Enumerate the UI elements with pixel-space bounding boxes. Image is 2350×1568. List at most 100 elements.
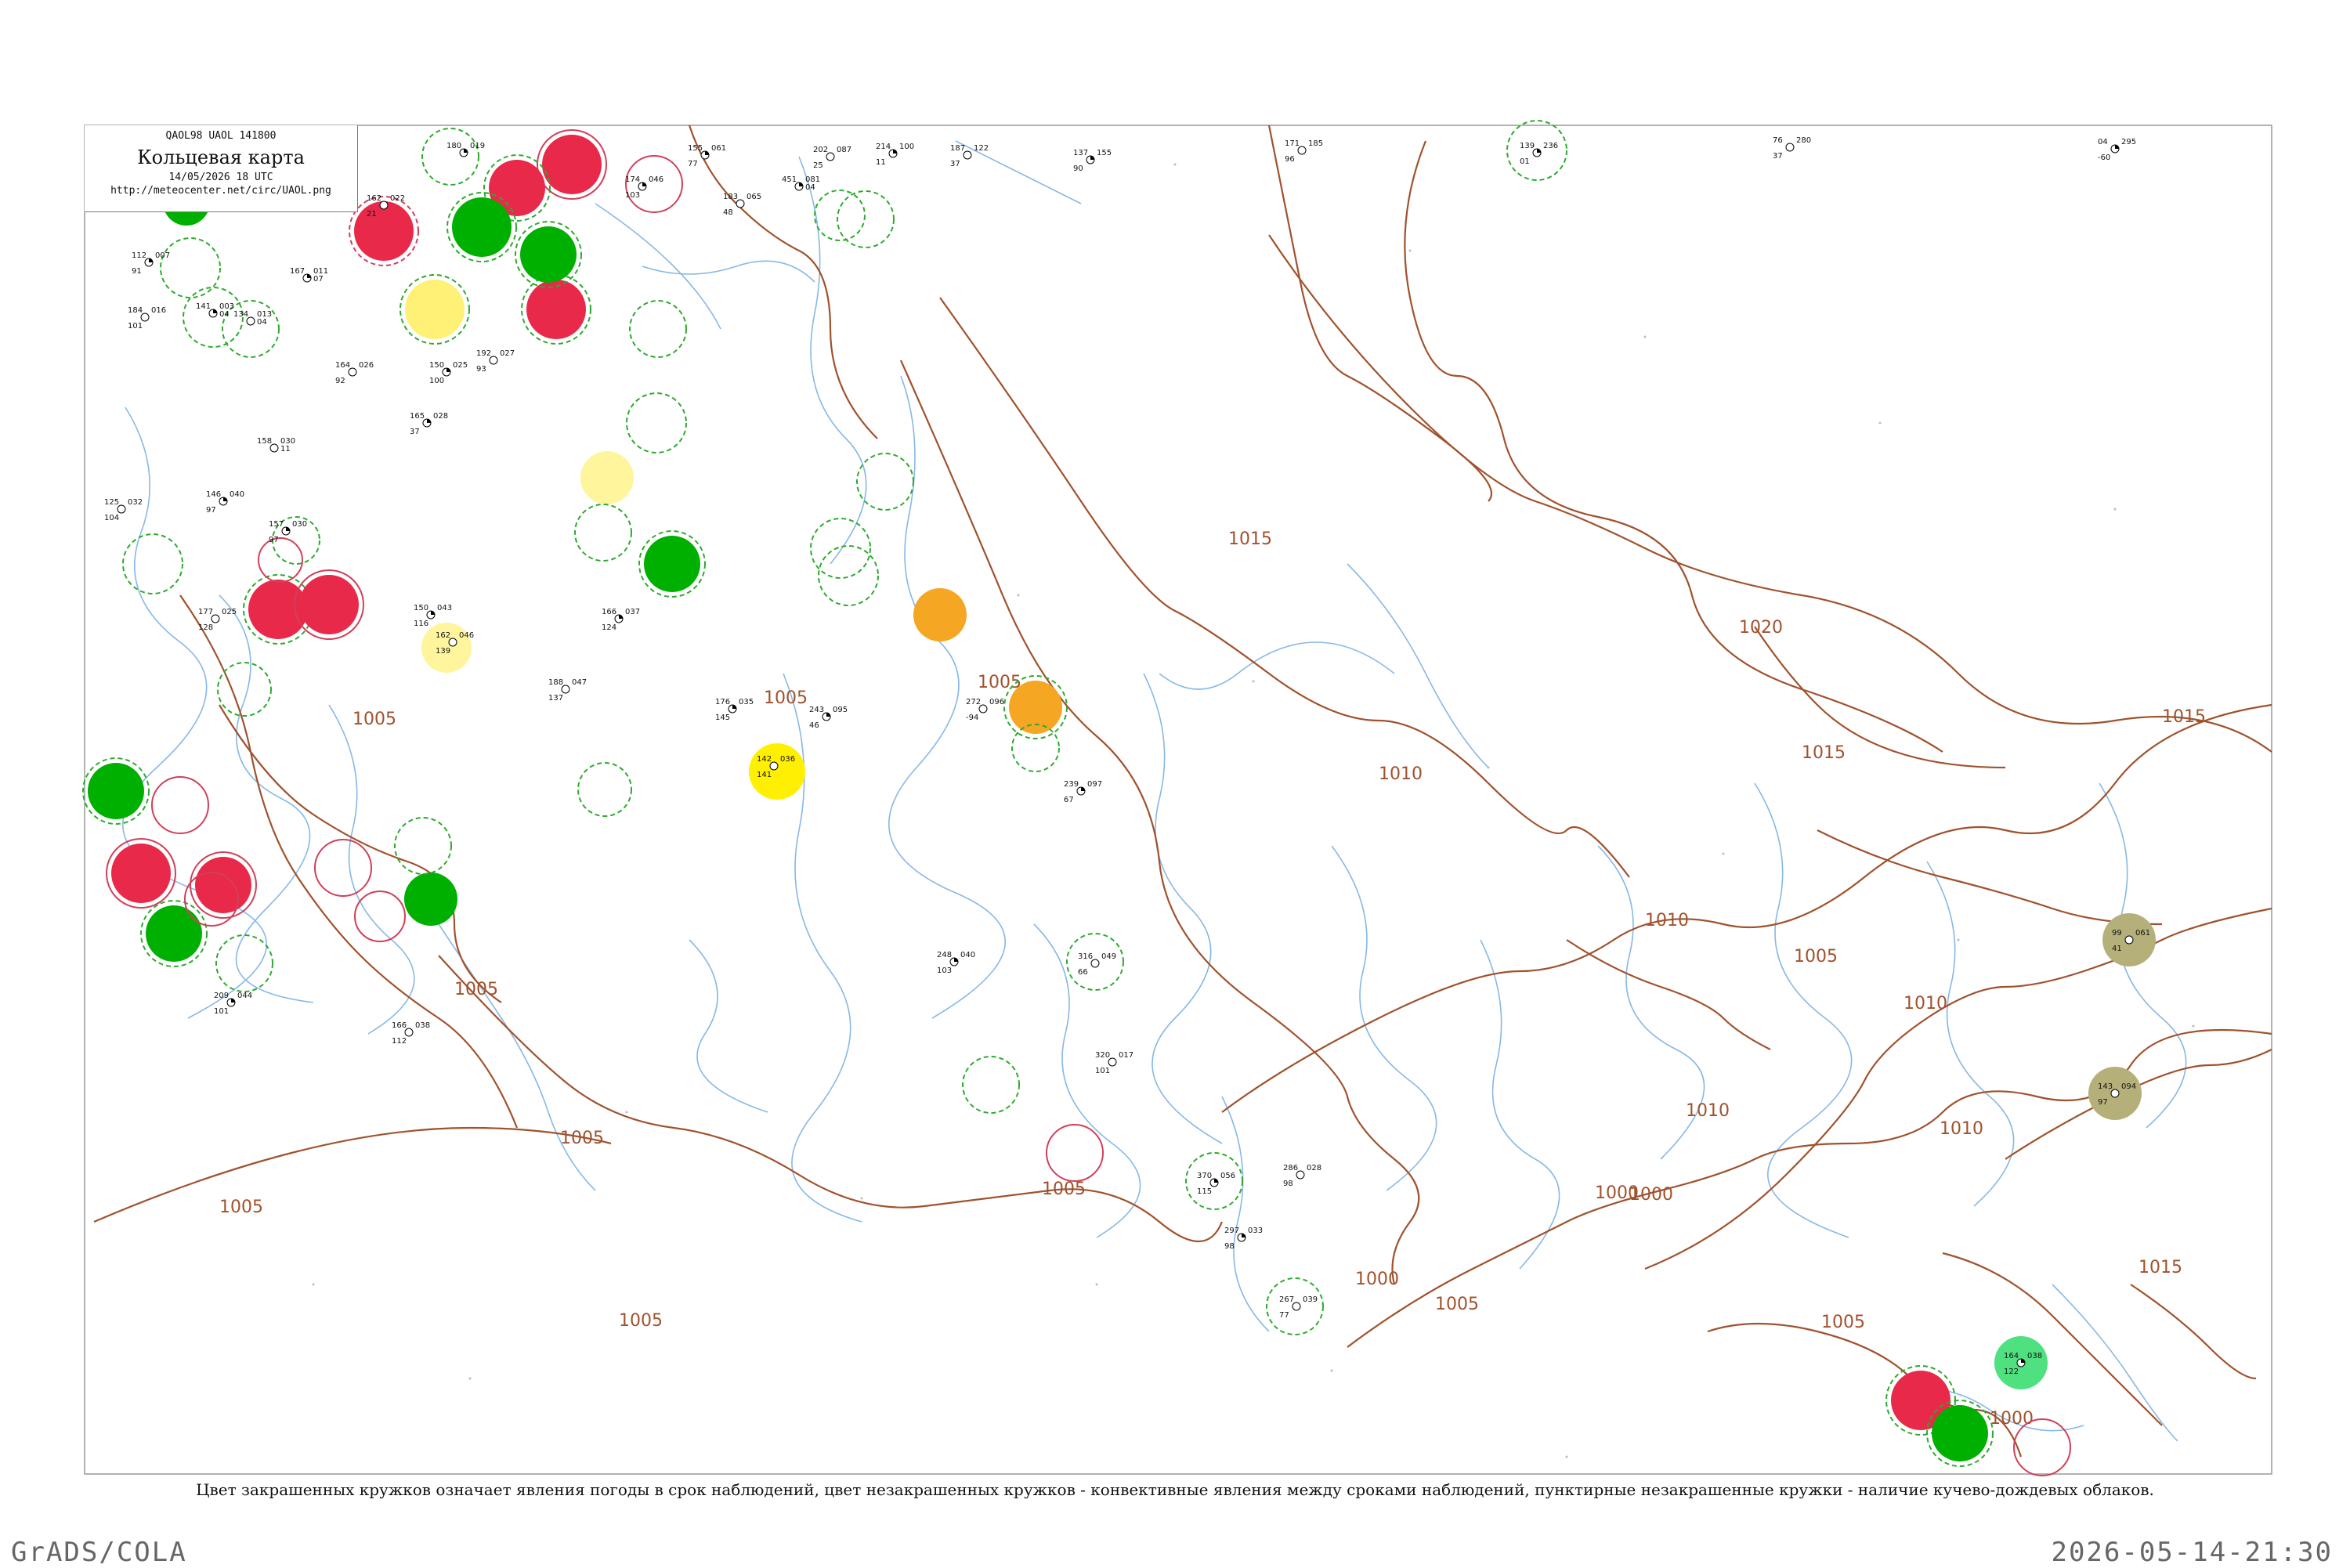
svg-text:202: 202 <box>813 146 828 154</box>
svg-text:139: 139 <box>1520 142 1535 150</box>
svg-text:180: 180 <box>446 142 461 150</box>
svg-text:243: 243 <box>809 706 824 714</box>
rain-circle[interactable] <box>446 192 517 262</box>
isobar-label: 1005 <box>560 1129 604 1148</box>
isobar-label: 1005 <box>764 688 808 708</box>
isobar-label: 1005 <box>454 980 498 999</box>
svg-text:90: 90 <box>1073 164 1083 173</box>
svg-text:41: 41 <box>2112 945 2122 953</box>
svg-text:11: 11 <box>876 158 886 167</box>
svg-text:21: 21 <box>367 210 377 219</box>
svg-text:040: 040 <box>960 951 975 959</box>
svg-text:239: 239 <box>1064 780 1079 789</box>
svg-text:04: 04 <box>805 183 815 192</box>
isobar-label: 1020 <box>1739 618 1783 638</box>
footer-timestamp: 2026-05-14-21:30 <box>2051 1537 2333 1568</box>
svg-text:035: 035 <box>739 698 754 706</box>
svg-text:04: 04 <box>219 310 230 319</box>
isobar-label: 1010 <box>1940 1119 1983 1139</box>
svg-text:183: 183 <box>723 193 738 201</box>
svg-text:146: 146 <box>206 490 221 499</box>
svg-text:030: 030 <box>292 520 307 529</box>
legend-caption: Цвет закрашенных кружков означает явлени… <box>196 1480 2154 1499</box>
isobar-label: 1000 <box>1355 1270 1399 1289</box>
svg-text:164: 164 <box>2004 1352 2019 1360</box>
shower-circle[interactable] <box>580 451 634 504</box>
svg-text:142: 142 <box>757 755 772 764</box>
svg-text:99: 99 <box>2112 929 2122 938</box>
thunder-circle[interactable] <box>537 129 607 200</box>
svg-text:038: 038 <box>415 1021 430 1030</box>
svg-text:76: 76 <box>1773 136 1783 145</box>
thunder-circle[interactable] <box>106 838 176 909</box>
map-canvas: 1005 1005 1005 1005 1005 1005 1005 1005 … <box>0 0 2350 1566</box>
svg-text:166: 166 <box>392 1021 407 1030</box>
svg-text:122: 122 <box>974 144 989 153</box>
svg-text:67: 67 <box>1064 796 1074 804</box>
svg-text:46: 46 <box>809 721 819 730</box>
svg-text:158: 158 <box>257 437 272 446</box>
svg-text:139: 139 <box>436 647 450 656</box>
svg-text:167: 167 <box>290 267 305 276</box>
svg-text:028: 028 <box>433 412 448 421</box>
svg-text:116: 116 <box>414 620 428 628</box>
thunder-circle[interactable] <box>294 569 364 640</box>
svg-text:77: 77 <box>1279 1311 1289 1320</box>
orange-circle[interactable] <box>913 588 967 641</box>
svg-text:272: 272 <box>966 698 981 706</box>
svg-text:184: 184 <box>128 306 143 315</box>
svg-text:040: 040 <box>230 490 244 499</box>
svg-text:11: 11 <box>280 445 291 453</box>
isobar-label: 1000 <box>1595 1183 1639 1203</box>
svg-text:297: 297 <box>1224 1227 1239 1235</box>
svg-text:66: 66 <box>1078 968 1088 977</box>
source-url[interactable]: http://meteocenter.net/circ/UAOL.png <box>85 185 357 197</box>
svg-text:166: 166 <box>602 608 616 616</box>
svg-text:164: 164 <box>335 361 350 370</box>
isobar-label: 1015 <box>1228 529 1272 549</box>
svg-text:150: 150 <box>414 604 428 612</box>
svg-text:-60: -60 <box>2098 154 2110 162</box>
isobar-label: 1010 <box>1645 911 1689 930</box>
svg-text:214: 214 <box>876 143 891 151</box>
svg-text:061: 061 <box>2135 929 2150 938</box>
rain-circle[interactable] <box>404 873 457 926</box>
svg-text:176: 176 <box>715 698 730 706</box>
thunder-circle[interactable] <box>521 274 591 345</box>
svg-text:91: 91 <box>132 267 142 276</box>
svg-text:095: 095 <box>833 706 848 714</box>
svg-text:97: 97 <box>206 506 216 515</box>
svg-text:025: 025 <box>453 361 468 370</box>
svg-text:037: 037 <box>625 608 640 616</box>
svg-text:087: 087 <box>837 146 851 154</box>
svg-text:025: 025 <box>222 608 237 616</box>
svg-text:174: 174 <box>625 175 640 184</box>
svg-text:122: 122 <box>2004 1367 2019 1376</box>
svg-text:101: 101 <box>214 1007 229 1016</box>
svg-text:049: 049 <box>1101 952 1116 961</box>
svg-text:046: 046 <box>459 631 474 640</box>
svg-text:185: 185 <box>1308 139 1323 148</box>
map-title-box: QAOL98 UAOL 141800 Кольцевая карта 14/05… <box>85 125 358 212</box>
svg-text:37: 37 <box>1773 152 1783 161</box>
svg-text:044: 044 <box>237 992 252 1000</box>
svg-text:033: 033 <box>1248 1227 1263 1235</box>
shower-circle[interactable] <box>400 274 470 345</box>
svg-text:92: 92 <box>335 377 345 385</box>
svg-text:017: 017 <box>1119 1051 1133 1060</box>
svg-text:177: 177 <box>198 608 213 616</box>
svg-text:036: 036 <box>780 755 795 764</box>
svg-text:097: 097 <box>1087 780 1102 789</box>
isobar-label: 1005 <box>619 1311 663 1331</box>
isobar-label: 1005 <box>1794 947 1838 966</box>
svg-text:027: 027 <box>500 349 515 358</box>
svg-text:007: 007 <box>155 251 170 260</box>
svg-text:236: 236 <box>1543 142 1558 150</box>
svg-text:137: 137 <box>1073 149 1088 157</box>
thunder-circle[interactable] <box>190 851 257 919</box>
svg-text:043: 043 <box>437 604 452 612</box>
svg-text:128: 128 <box>198 623 213 632</box>
svg-text:065: 065 <box>747 193 761 201</box>
isobar-label: 1010 <box>1904 994 1947 1013</box>
bulletin-code: QAOL98 UAOL 141800 <box>165 130 277 142</box>
